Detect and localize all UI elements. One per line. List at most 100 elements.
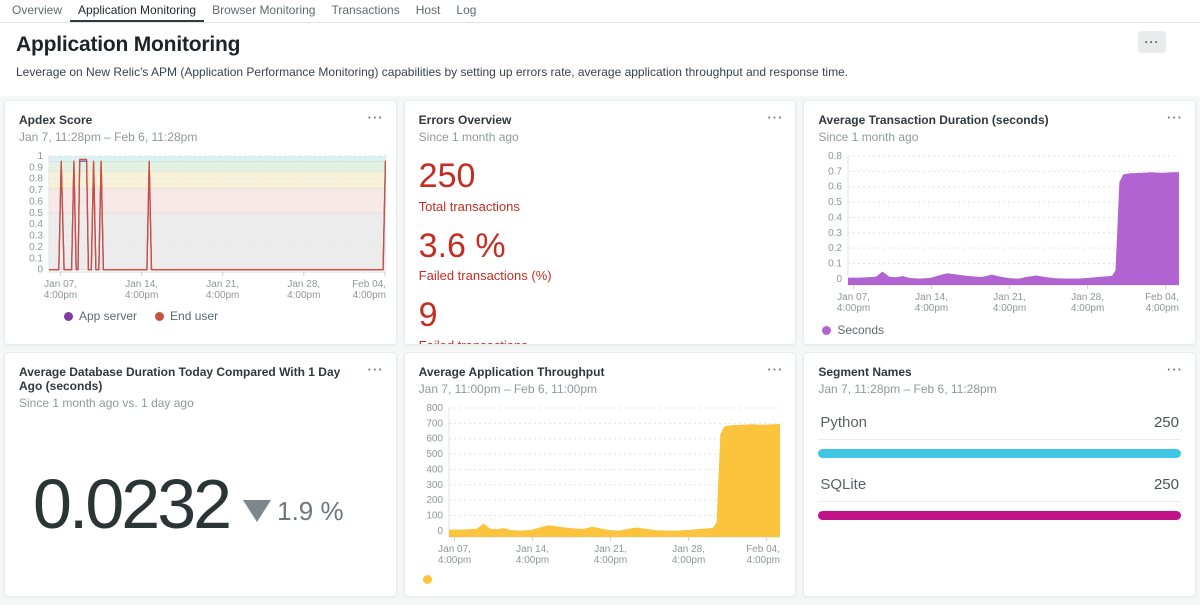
card-more-button[interactable]: ···	[368, 363, 384, 376]
svg-text:0.1: 0.1	[29, 253, 43, 264]
card-title: Average Transaction Duration (seconds)	[818, 113, 1181, 127]
page-more-button[interactable]: ···	[1138, 31, 1166, 53]
card-segment-names: Segment Names Jan 7, 11:28pm – Feb 6, 11…	[803, 352, 1196, 597]
svg-text:0.3: 0.3	[828, 228, 842, 239]
svg-text:4:00pm: 4:00pm	[125, 290, 158, 301]
tab-log[interactable]: Log	[448, 0, 484, 22]
card-application-throughput: Average Application Throughput Jan 7, 11…	[404, 352, 797, 597]
svg-text:Jan 21,: Jan 21,	[206, 279, 239, 290]
card-more-button[interactable]: ···	[1167, 363, 1183, 376]
svg-text:600: 600	[426, 434, 443, 445]
legend-item-end-user[interactable]: End user	[155, 309, 218, 323]
card-subtitle: Jan 7, 11:28pm – Feb 6, 11:28pm	[818, 382, 1181, 396]
legend-label: Seconds	[837, 323, 884, 337]
billboard-value: 0.0232	[33, 464, 229, 544]
legend-item-throughput[interactable]	[423, 575, 438, 584]
duration-legend: Seconds	[822, 323, 1181, 337]
svg-text:Feb 04,: Feb 04,	[352, 279, 386, 290]
svg-text:0.5: 0.5	[29, 208, 43, 219]
metric-failed-transactions-pct: 3.6 % Failed transactions (%)	[419, 229, 782, 284]
svg-text:4:00pm: 4:00pm	[206, 290, 239, 301]
svg-text:Jan 07,: Jan 07,	[438, 544, 471, 555]
segment-bar[interactable]	[818, 449, 1181, 458]
card-subtitle: Since 1 month ago	[818, 130, 1181, 144]
svg-text:4:00pm: 4:00pm	[44, 290, 77, 301]
svg-text:Feb 04,: Feb 04,	[1145, 292, 1179, 303]
apdex-chart: 10.90.80.70.60.50.40.30.20.10Jan 07,4:00…	[19, 150, 382, 307]
card-apdex-score: Apdex Score Jan 7, 11:28pm – Feb 6, 11:2…	[4, 100, 397, 345]
card-transaction-duration: Average Transaction Duration (seconds) S…	[803, 100, 1196, 345]
card-more-button[interactable]: ···	[767, 363, 783, 376]
svg-text:Jan 28,: Jan 28,	[287, 279, 320, 290]
svg-text:0.6: 0.6	[828, 182, 842, 193]
legend-item-seconds[interactable]: Seconds	[822, 323, 884, 337]
card-title: Average Application Throughput	[419, 365, 782, 379]
segment-value: 250	[1154, 414, 1179, 431]
card-more-button[interactable]: ···	[767, 111, 783, 124]
svg-text:0: 0	[437, 526, 443, 537]
svg-text:500: 500	[426, 449, 443, 460]
card-title: Errors Overview	[419, 113, 782, 127]
duration-chart: 0.80.70.60.50.40.30.20.10Jan 07,4:00pmJa…	[818, 150, 1181, 321]
svg-text:300: 300	[426, 480, 443, 491]
card-more-button[interactable]: ···	[1167, 111, 1183, 124]
svg-text:Jan 21,: Jan 21,	[994, 292, 1027, 303]
metric-failed-transactions: 9 Failed transactions	[419, 298, 782, 345]
throughput-chart: 8007006005004003002001000Jan 07,4:00pmJa…	[419, 402, 782, 573]
tab-application-monitoring[interactable]: Application Monitoring	[70, 0, 204, 22]
svg-text:4:00pm: 4:00pm	[438, 555, 471, 566]
card-title: Average Database Duration Today Compared…	[19, 365, 382, 393]
svg-text:1: 1	[37, 151, 43, 162]
svg-text:0.7: 0.7	[29, 185, 43, 196]
card-more-button[interactable]: ···	[368, 111, 384, 124]
card-subtitle: Since 1 month ago vs. 1 day ago	[19, 396, 382, 410]
svg-text:4:00pm: 4:00pm	[746, 555, 779, 566]
apdex-legend: App server End user	[64, 309, 382, 323]
tab-overview[interactable]: Overview	[4, 0, 70, 22]
segment-bar[interactable]	[818, 511, 1181, 520]
svg-text:0.8: 0.8	[828, 151, 842, 162]
card-title: Segment Names	[818, 365, 1181, 379]
svg-text:4:00pm: 4:00pm	[837, 303, 870, 314]
svg-text:0.4: 0.4	[29, 219, 43, 230]
segment-text-row: Python 250	[818, 414, 1181, 440]
svg-text:0: 0	[837, 274, 843, 285]
page-header: Application Monitoring Leverage on New R…	[0, 23, 1200, 96]
svg-text:Jan 14,: Jan 14,	[916, 292, 949, 303]
svg-text:800: 800	[426, 403, 443, 414]
svg-text:100: 100	[426, 511, 443, 522]
svg-text:4:00pm: 4:00pm	[993, 303, 1026, 314]
svg-text:0: 0	[37, 265, 43, 276]
metric-value: 250	[419, 159, 782, 195]
card-title: Apdex Score	[19, 113, 382, 127]
trend-down-icon	[243, 500, 271, 522]
svg-text:Jan 21,: Jan 21,	[594, 544, 627, 555]
metric-label: Failed transactions	[419, 338, 782, 345]
card-subtitle: Since 1 month ago	[419, 130, 782, 144]
svg-text:Jan 07,: Jan 07,	[44, 279, 77, 290]
page-description: Leverage on New Relic's APM (Application…	[16, 65, 1184, 79]
svg-text:0.2: 0.2	[29, 242, 43, 253]
page-title: Application Monitoring	[16, 33, 1184, 57]
svg-text:0.1: 0.1	[828, 259, 842, 270]
svg-text:Jan 28,: Jan 28,	[1072, 292, 1105, 303]
svg-text:0.6: 0.6	[29, 196, 43, 207]
svg-text:4:00pm: 4:00pm	[1146, 303, 1179, 314]
tab-host[interactable]: Host	[408, 0, 449, 22]
tab-browser-monitoring[interactable]: Browser Monitoring	[204, 0, 323, 22]
svg-text:Jan 28,: Jan 28,	[672, 544, 705, 555]
legend-item-app-server[interactable]: App server	[64, 309, 137, 323]
segment-value: 250	[1154, 476, 1179, 493]
legend-dot-icon	[155, 312, 164, 321]
svg-text:4:00pm: 4:00pm	[915, 303, 948, 314]
svg-text:0.2: 0.2	[828, 243, 842, 254]
tab-transactions[interactable]: Transactions	[323, 0, 407, 22]
billboard-row: 0.0232 1.9 %	[33, 464, 382, 544]
svg-text:0.5: 0.5	[828, 197, 842, 208]
svg-text:Jan 14,: Jan 14,	[516, 544, 549, 555]
legend-dot-icon	[64, 312, 73, 321]
svg-text:Jan 14,: Jan 14,	[125, 279, 158, 290]
svg-text:Jan 07,: Jan 07,	[837, 292, 870, 303]
card-database-duration: Average Database Duration Today Compared…	[4, 352, 397, 597]
svg-text:0.9: 0.9	[29, 162, 43, 173]
